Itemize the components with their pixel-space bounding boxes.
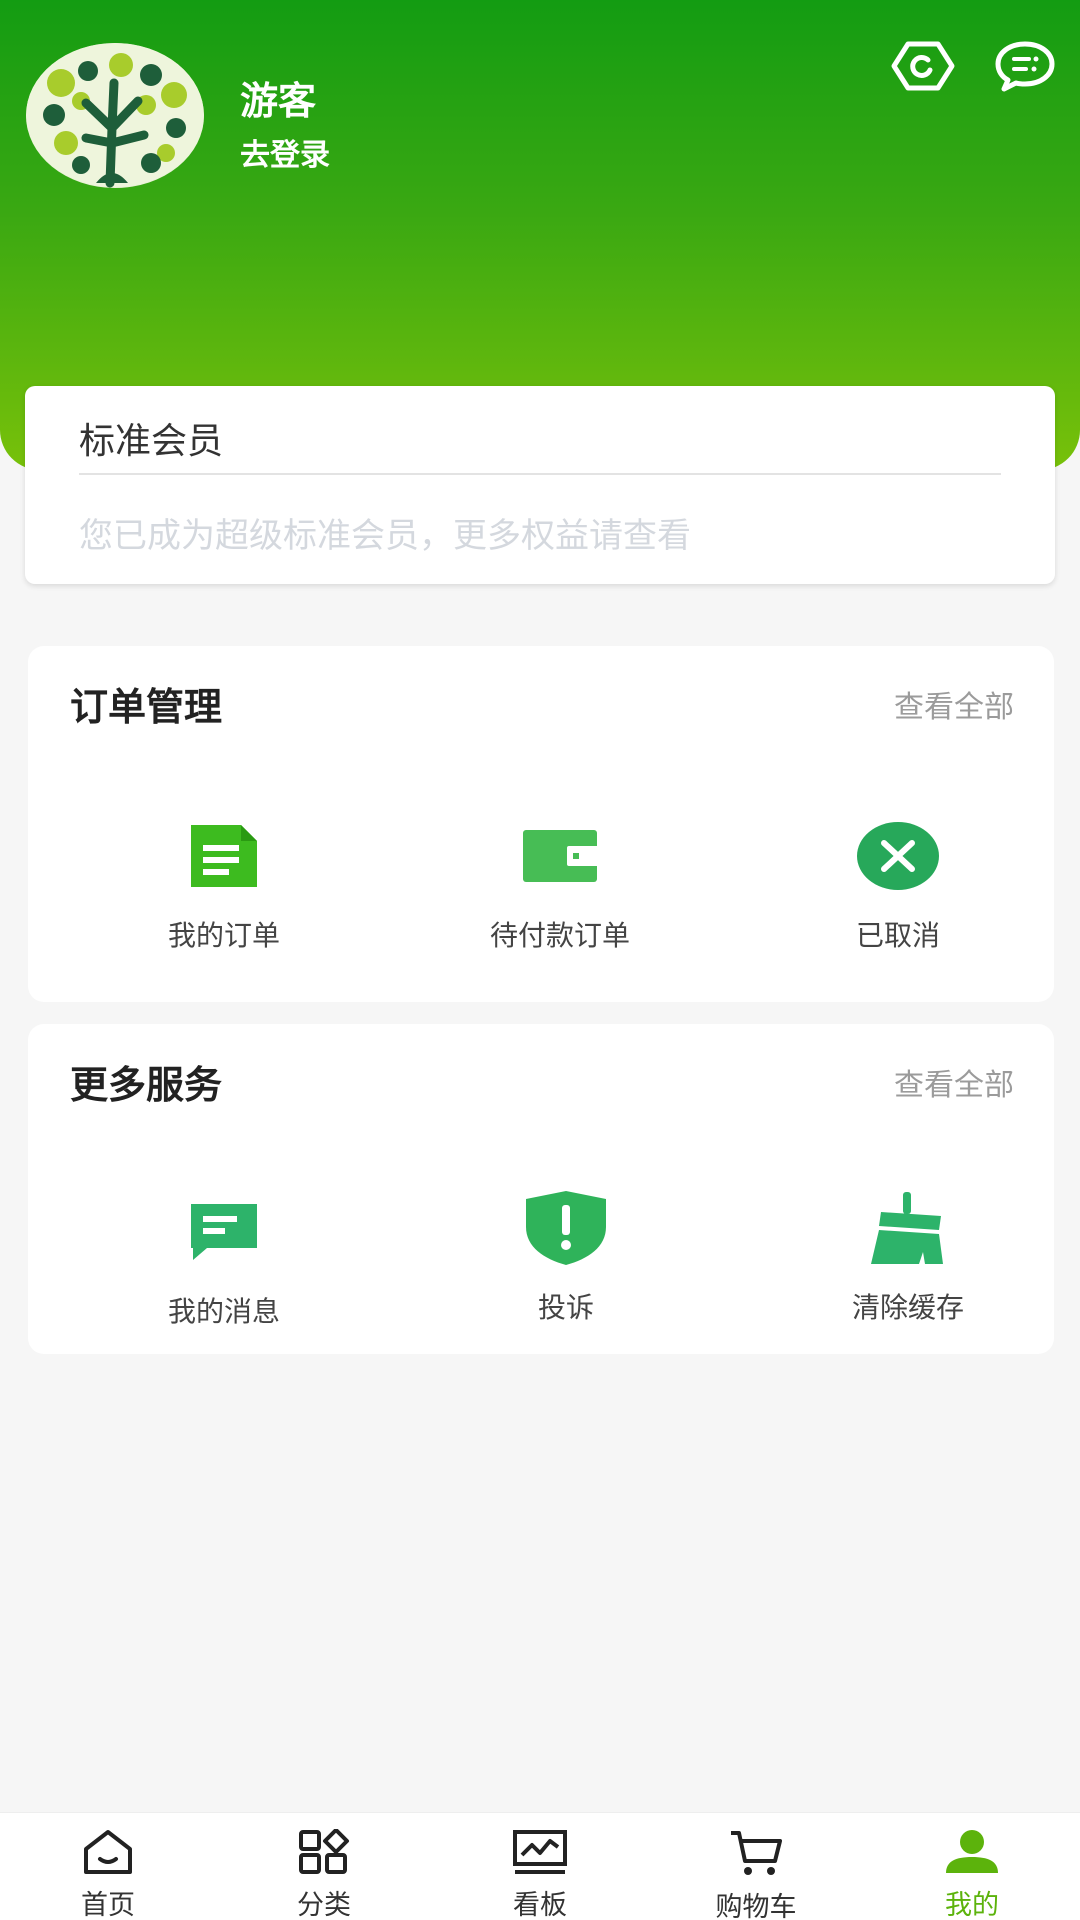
- grid-item-label: 我的消息: [167, 1295, 280, 1328]
- grid-item-label: 待付款订单: [489, 919, 630, 952]
- shield-alert-icon: [526, 1191, 606, 1265]
- my-messages-button[interactable]: 我的消息: [74, 1192, 374, 1330]
- tab-category[interactable]: 分类: [216, 1813, 432, 1920]
- tab-mine[interactable]: 我的: [864, 1813, 1080, 1920]
- tab-dashboard[interactable]: 看板: [432, 1813, 648, 1920]
- view-all-orders-link[interactable]: 查看全部: [894, 682, 1014, 726]
- order-management-section: 订单管理 查看全部 我的订单 待付款订单 已取消: [28, 646, 1054, 1002]
- clear-cache-button[interactable]: 清除缓存: [758, 1188, 1058, 1326]
- wallet-icon: [523, 830, 599, 882]
- section-title: 更多服务: [70, 1063, 223, 1107]
- member-description: 您已成为超级标准会员，更多权益请查看: [79, 516, 691, 556]
- home-icon: [84, 1830, 132, 1874]
- tab-label: 我的: [945, 1890, 999, 1920]
- login-link[interactable]: 去登录: [240, 130, 330, 174]
- broom-icon: [871, 1192, 943, 1264]
- user-icon: [946, 1830, 998, 1873]
- section-title: 订单管理: [70, 685, 223, 729]
- grid-item-label: 投诉: [537, 1291, 594, 1324]
- cancelled-orders-button[interactable]: 已取消: [748, 816, 1048, 954]
- profile-page: 游客 去登录 标准会员 您已成为超级标准会员，更多权益请查看 订单管理 查看全部: [0, 0, 1080, 1920]
- tab-cart[interactable]: 购物车: [648, 1813, 864, 1920]
- tab-label: 购物车: [715, 1892, 797, 1920]
- scan-icon: [891, 41, 955, 91]
- grid-item-label: 我的订单: [167, 919, 280, 952]
- complaint-button[interactable]: 投诉: [416, 1188, 716, 1326]
- user-name: 游客: [240, 79, 317, 123]
- grid-item-label: 清除缓存: [851, 1291, 964, 1324]
- divider: [79, 473, 1001, 475]
- tab-label: 首页: [81, 1890, 135, 1920]
- member-card[interactable]: 标准会员 您已成为超级标准会员，更多权益请查看: [25, 386, 1055, 584]
- cart-icon: [731, 1831, 782, 1875]
- chat-bubble-icon: [995, 41, 1055, 92]
- cancel-circle-icon: [857, 822, 939, 890]
- my-orders-button[interactable]: 我的订单: [74, 816, 374, 954]
- message-icon: [191, 1204, 257, 1260]
- scan-button[interactable]: [888, 38, 958, 94]
- bottom-tab-bar: 首页 分类 看板 购物车 我的: [0, 1812, 1080, 1920]
- dashboard-icon: [513, 1830, 567, 1874]
- grid-item-label: 已取消: [855, 919, 940, 952]
- document-icon: [191, 825, 257, 887]
- category-icon: [299, 1829, 349, 1874]
- pending-payment-orders-button[interactable]: 待付款订单: [410, 816, 710, 954]
- more-services-section: 更多服务 查看全部 我的消息 投诉 清除缓存: [28, 1024, 1054, 1354]
- view-all-services-link[interactable]: 查看全部: [894, 1060, 1014, 1104]
- tab-label: 看板: [513, 1890, 567, 1920]
- tree-logo-icon: [26, 43, 204, 188]
- member-level-title: 标准会员: [79, 421, 224, 462]
- message-button[interactable]: [990, 38, 1060, 94]
- avatar[interactable]: [26, 43, 204, 188]
- tab-label: 分类: [297, 1890, 351, 1920]
- tab-home[interactable]: 首页: [0, 1813, 216, 1920]
